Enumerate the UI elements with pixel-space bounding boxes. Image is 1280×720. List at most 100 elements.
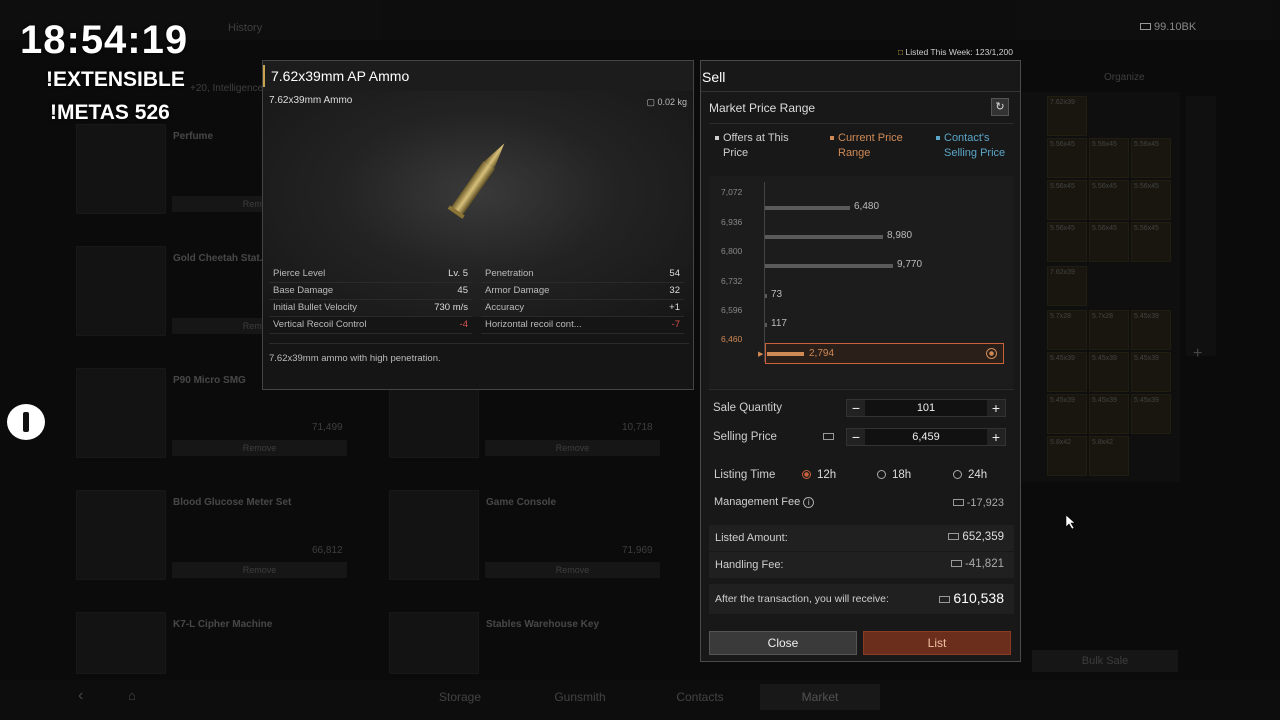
remove-button[interactable]: Remove <box>485 440 660 456</box>
offer-bar <box>765 264 893 268</box>
overlay-command-2: !METAS 526 <box>50 101 170 124</box>
stat-row: Horizontal recoil cont... -7 <box>481 317 684 334</box>
price-decrement-button[interactable]: − <box>847 429 865 445</box>
item-thumb[interactable] <box>389 490 479 580</box>
ammo-cell[interactable]: 5.56x45 <box>1089 222 1129 262</box>
stat-label: Initial Bullet Velocity <box>273 302 357 313</box>
money-icon <box>823 433 834 440</box>
sale-quantity-label: Sale Quantity <box>713 402 783 414</box>
offer-bar <box>765 294 767 298</box>
stat-row: Armor Damage 32 <box>481 283 684 300</box>
radio-label: 18h <box>892 469 912 481</box>
remove-button[interactable]: Remove <box>172 440 347 456</box>
quantity-value[interactable]: 101 <box>865 402 987 414</box>
radio-label: 24h <box>968 469 988 481</box>
ammo-cell[interactable]: 5.56x45 <box>1089 180 1129 220</box>
ammo-cell[interactable]: 7.62x39 <box>1047 96 1087 136</box>
price-increment-button[interactable]: + <box>987 429 1005 445</box>
listing-option-12h[interactable]: 12h <box>802 469 836 481</box>
quantity-increment-button[interactable]: + <box>987 400 1005 416</box>
ammo-cell[interactable]: 5.8x42 <box>1089 436 1129 476</box>
bulk-sale-button[interactable]: Bulk Sale <box>1032 650 1178 672</box>
ammo-cell[interactable]: 5.8x42 <box>1047 436 1087 476</box>
price-tick: 7,072 <box>721 187 743 197</box>
money-icon <box>939 596 951 603</box>
ammo-cell[interactable]: 5.45x39 <box>1047 352 1087 392</box>
ammo-cell[interactable]: 5.56x45 <box>1047 180 1087 220</box>
ammo-cell[interactable]: 5.7x28 <box>1089 310 1129 350</box>
organize-button[interactable]: Organize <box>1104 72 1145 83</box>
item-title-bar: 7.62x39mm AP Ammo <box>263 61 693 92</box>
receive-label: After the transaction, you will receive: <box>715 593 889 605</box>
listed-this-week-text: Listed This Week: 123/1,200 <box>905 47 1013 57</box>
tab-storage[interactable]: Storage <box>400 684 520 710</box>
overlay-badge-icon <box>7 404 45 440</box>
stat-label: Armor Damage <box>485 285 550 296</box>
tab-contacts[interactable]: Contacts <box>640 684 760 710</box>
ammo-cell[interactable]: 5.56x45 <box>1131 222 1171 262</box>
ammo-cell[interactable]: 5.56x45 <box>1131 180 1171 220</box>
close-button[interactable]: Close <box>709 631 857 655</box>
stat-label: Vertical Recoil Control <box>273 319 367 330</box>
tab-gunsmith[interactable]: Gunsmith <box>520 684 640 710</box>
weight-icon: ▢ <box>646 97 655 107</box>
tab-market[interactable]: Market <box>760 684 880 710</box>
offer-bar-selected <box>767 352 804 356</box>
offer-bar <box>765 235 883 239</box>
price-value[interactable]: 6,459 <box>865 431 987 443</box>
back-icon[interactable]: ‹ <box>78 687 83 705</box>
add-icon[interactable]: + <box>1193 345 1202 363</box>
home-icon[interactable]: ⌂ <box>128 688 136 703</box>
remove-button[interactable]: Remove <box>485 562 660 578</box>
ammo-cell[interactable]: 7.62x39 <box>1047 266 1087 306</box>
item-name: Perfume <box>173 131 214 142</box>
handling-fee-row: Handling Fee: -41,821 <box>709 552 1014 578</box>
top-bar <box>0 0 1280 40</box>
listing-option-18h[interactable]: 18h <box>877 469 911 481</box>
remove-button[interactable]: Remove <box>172 562 347 578</box>
ammo-cell[interactable]: 5.45x39 <box>1089 394 1129 434</box>
box-icon: □ <box>898 47 904 57</box>
ammo-cell[interactable]: 5.45x39 <box>1131 352 1171 392</box>
ammo-cell[interactable]: 5.56x45 <box>1131 138 1171 178</box>
quantity-decrement-button[interactable]: − <box>847 400 865 416</box>
tab-history[interactable]: History <box>228 22 262 34</box>
ammo-cell[interactable]: 5.45x39 <box>1089 352 1129 392</box>
refresh-icon[interactable]: ↻ <box>991 98 1009 116</box>
clock-overlay: 18:54:19 <box>20 18 189 62</box>
item-name: Game Console <box>486 497 557 508</box>
ammo-cell[interactable]: 5.45x39 <box>1047 394 1087 434</box>
item-price: 66,812 <box>312 545 343 556</box>
listing-option-24h[interactable]: 24h <box>953 469 987 481</box>
offer-count: 8,980 <box>887 230 913 241</box>
legend-swatch <box>936 136 940 140</box>
price-tick: 6,460 <box>721 334 743 344</box>
ammo-cell[interactable]: 5.7x28 <box>1047 310 1087 350</box>
sell-title: Sell <box>702 69 726 85</box>
radio-label: 12h <box>817 469 837 481</box>
item-name: P90 Micro SMG <box>173 375 246 386</box>
ammo-cell[interactable]: 5.56x45 <box>1047 138 1087 178</box>
quantity-stepper[interactable]: − 101 + <box>846 399 1006 417</box>
item-thumb[interactable] <box>76 124 166 214</box>
list-button[interactable]: List <box>863 631 1011 655</box>
overlay-command-1: !EXTENSIBLE <box>46 68 185 91</box>
listed-amount: 652,359 <box>948 531 1004 543</box>
ammo-cell[interactable]: 5.56x45 <box>1047 222 1087 262</box>
stat-label: Horizontal recoil cont... <box>485 319 582 330</box>
item-thumb[interactable] <box>76 612 166 674</box>
ammo-cell[interactable]: 5.45x39 <box>1131 394 1171 434</box>
bullet-icon <box>447 143 505 219</box>
item-thumb[interactable] <box>76 368 166 458</box>
price-stepper[interactable]: − 6,459 + <box>846 428 1006 446</box>
item-thumb[interactable] <box>76 490 166 580</box>
item-thumb[interactable] <box>389 612 479 674</box>
ammo-cell[interactable]: 5.56x45 <box>1089 138 1129 178</box>
stat-label: Pierce Level <box>273 268 326 279</box>
listed-amount-label: Listed Amount: <box>715 532 788 544</box>
info-icon[interactable]: i <box>803 497 815 508</box>
legend-swatch <box>715 136 719 140</box>
item-thumb[interactable] <box>76 246 166 336</box>
selected-price-row[interactable]: 2,794 <box>765 343 1004 364</box>
ammo-cell[interactable]: 5.45x39 <box>1131 310 1171 350</box>
